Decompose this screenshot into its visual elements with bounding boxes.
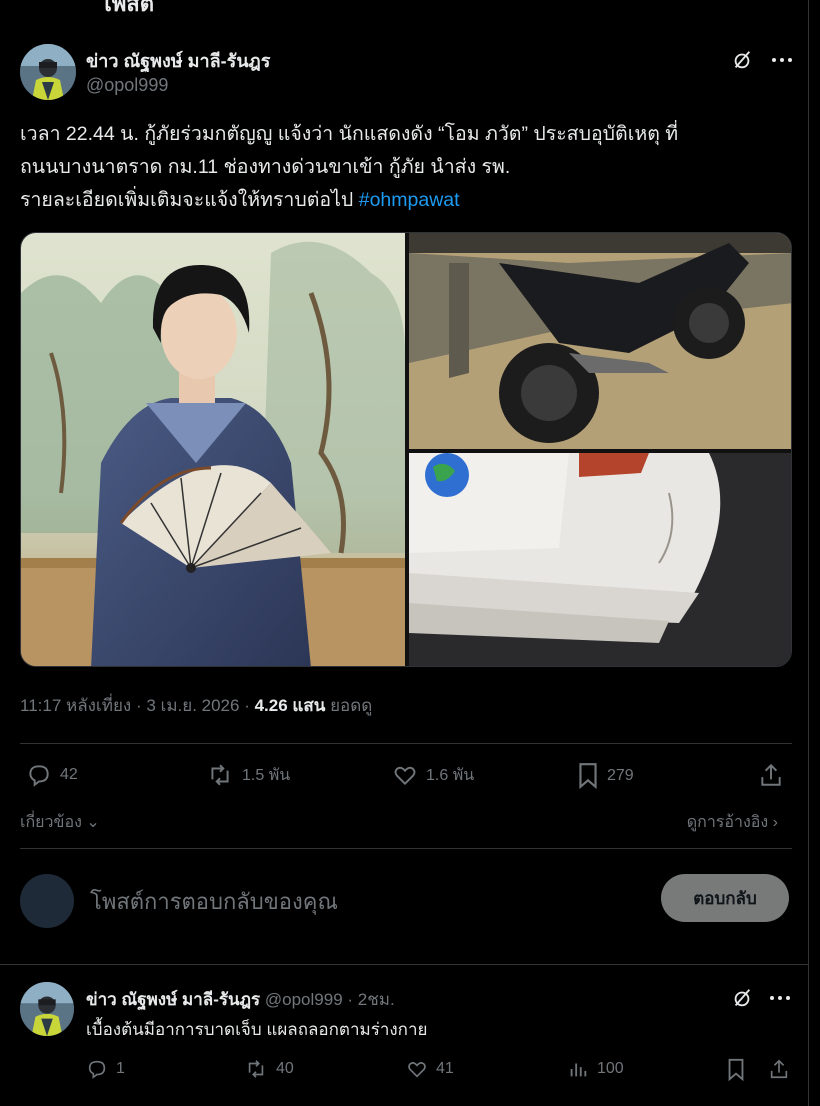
- related-dropdown[interactable]: เกี่ยวข้อง ⌄: [20, 810, 100, 835]
- views-label: ยอดดู: [330, 696, 373, 715]
- divider: [20, 848, 792, 849]
- view-quotes-link[interactable]: ดูการอ้างอิง ›: [687, 810, 778, 835]
- quotes-label: ดูการอ้างอิง: [686, 814, 769, 831]
- post-meta: 11:17 หลังเที่ยง · 3 เม.ย. 2026 · 4.26 แ…: [20, 696, 373, 715]
- page-title-cut: โพสต์: [100, 0, 155, 16]
- photo-car-damage[interactable]: [409, 453, 791, 666]
- repost-button[interactable]: 1.5 พัน: [206, 762, 290, 788]
- author-avatar[interactable]: [20, 44, 76, 100]
- reply-like-button[interactable]: 41: [406, 1058, 454, 1080]
- reply-reply-count: 1: [116, 1060, 125, 1077]
- reply-time[interactable]: 2ชม.: [358, 990, 395, 1009]
- photo-portrait[interactable]: [21, 233, 405, 666]
- post-date[interactable]: 3 เม.ย. 2026: [146, 696, 239, 715]
- views-count: 4.26 แสน: [254, 696, 326, 715]
- more-icon[interactable]: [766, 984, 794, 1012]
- grok-icon[interactable]: [728, 984, 756, 1012]
- current-user-avatar: [20, 874, 74, 928]
- scroll-rail[interactable]: [808, 0, 820, 1106]
- reply-repost-count: 40: [276, 1060, 294, 1077]
- reply-separator: ·: [347, 990, 354, 1009]
- like-icon: [408, 1062, 426, 1078]
- repost-count: 1.5 พัน: [242, 766, 291, 784]
- post-body-line: ถนนบางนาตราด กม.11 ช่องทางด่วนขาเข้า กู้…: [20, 156, 511, 178]
- reply-input[interactable]: โพสต์การตอบกลับของคุณ: [90, 884, 338, 919]
- post-time[interactable]: 11:17 หลังเที่ยง: [20, 696, 131, 715]
- like-count: 1.6 พัน: [426, 766, 475, 784]
- grok-icon[interactable]: [728, 46, 756, 74]
- bookmark-icon: [728, 1058, 744, 1082]
- reply-icon: [88, 1060, 106, 1079]
- like-icon: [394, 766, 416, 786]
- reply-bookmark-button[interactable]: [726, 1058, 746, 1082]
- reply-author-avatar[interactable]: [20, 982, 74, 1036]
- share-button[interactable]: [758, 762, 784, 788]
- reply-author-handle[interactable]: @opol999: [265, 990, 343, 1009]
- bookmark-icon: [579, 763, 597, 790]
- bookmark-button[interactable]: 279: [577, 762, 634, 790]
- reply-header: ข่าว ณัฐพงษ์ มาลี-รันฎร @opol999 · 2ชม.: [86, 986, 395, 1013]
- author-handle[interactable]: @opol999: [86, 75, 168, 96]
- reply-views-button[interactable]: 100: [567, 1058, 624, 1080]
- post-body: เวลา 22.44 น. กู้ภัยร่วมกตัญญู แจ้งว่า น…: [20, 118, 790, 217]
- more-icon[interactable]: [768, 46, 796, 74]
- reply-button[interactable]: 42: [26, 762, 78, 788]
- divider: [20, 743, 792, 744]
- like-button[interactable]: 1.6 พัน: [392, 762, 474, 788]
- reply-reply-button[interactable]: 1: [86, 1058, 125, 1080]
- repost-icon: [248, 1060, 264, 1078]
- reply-author-name[interactable]: ข่าว ณัฐพงษ์ มาลี-รันฎร: [86, 990, 260, 1009]
- chevron-down-icon: ⌄: [81, 814, 100, 831]
- share-icon: [761, 763, 781, 786]
- hashtag-link[interactable]: #ohmpawat: [359, 189, 460, 211]
- reply-share-button[interactable]: [768, 1058, 790, 1080]
- divider: [0, 964, 808, 965]
- views-icon: [570, 1063, 587, 1077]
- repost-icon: [211, 764, 229, 786]
- photo-motorcycle[interactable]: [409, 233, 791, 449]
- reply-repost-button[interactable]: 40: [244, 1058, 294, 1080]
- author-name[interactable]: ข่าว ณัฐพงษ์ มาลี-รันฎร: [86, 46, 270, 75]
- related-label: เกี่ยวข้อง: [20, 814, 82, 831]
- reply-icon: [29, 765, 49, 787]
- reply-like-count: 41: [436, 1060, 454, 1077]
- reply-text: เบื้องต้นมีอาการบาดเจ็บ แผลถลอกตามร่างกา…: [86, 1020, 428, 1039]
- bookmark-count: 279: [607, 767, 634, 784]
- chevron-right-icon: ›: [768, 814, 778, 831]
- post-body-line: เวลา 22.44 น. กู้ภัยร่วมกตัญญู แจ้งว่า น…: [20, 123, 679, 145]
- share-icon: [770, 1059, 788, 1079]
- media-grid: [20, 232, 792, 667]
- reply-views-count: 100: [597, 1060, 624, 1077]
- post-body-text: รายละเอียดเพิ่มเติมจะแจ้งให้ทราบต่อไป: [20, 189, 354, 211]
- reply-count: 42: [60, 766, 78, 783]
- post-body-line: รายละเอียดเพิ่มเติมจะแจ้งให้ทราบต่อไป #o…: [20, 184, 790, 217]
- reply-submit-button[interactable]: ตอบกลับ: [661, 874, 789, 922]
